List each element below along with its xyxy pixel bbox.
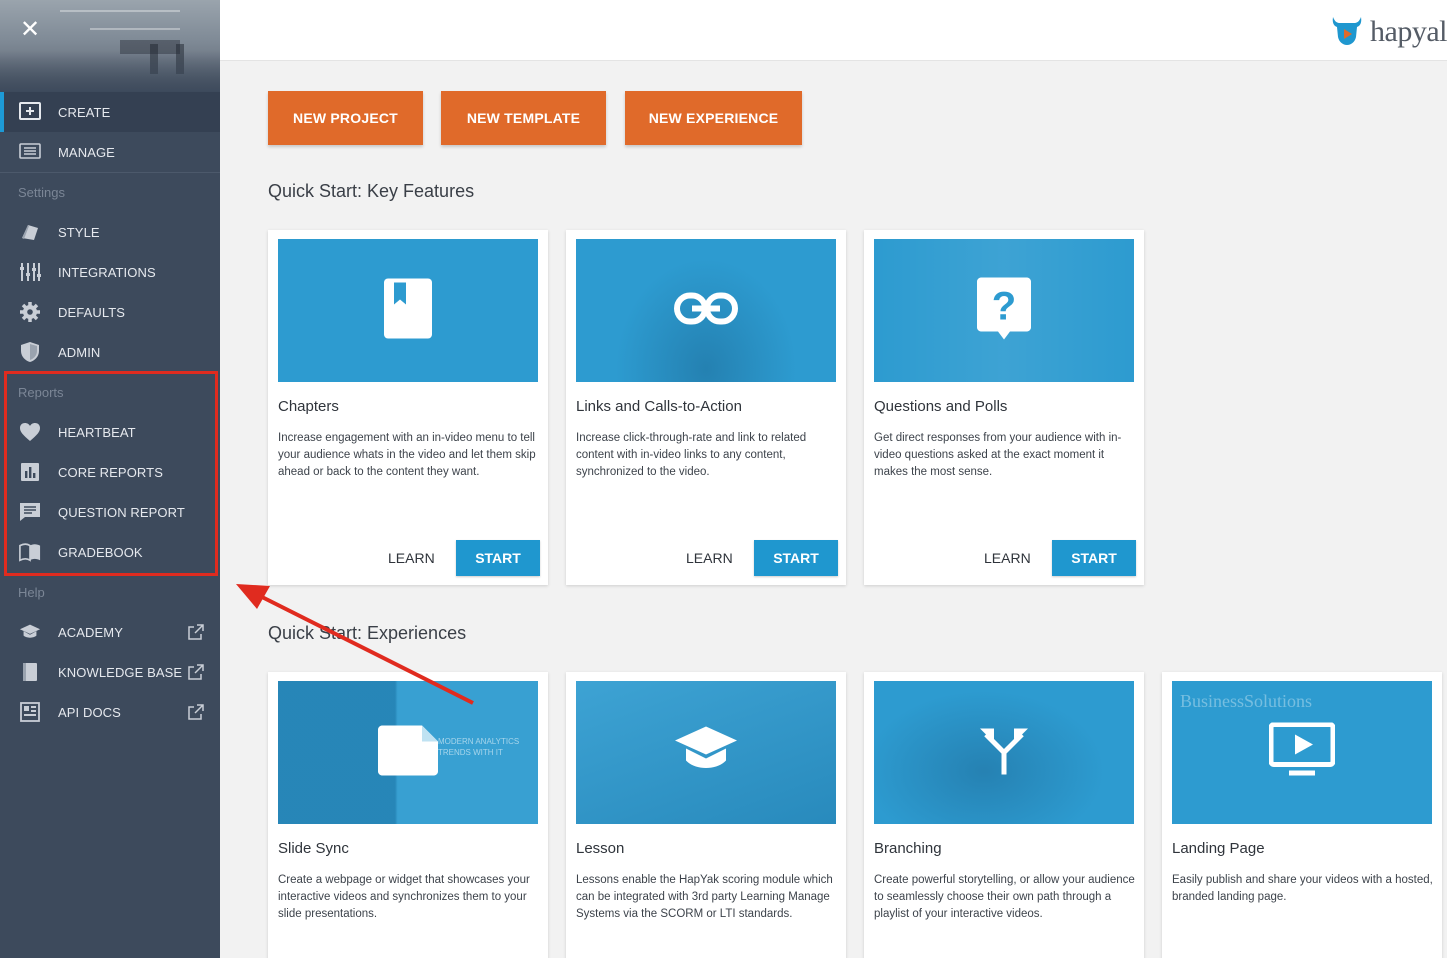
annotation-arrow — [236, 584, 474, 705]
